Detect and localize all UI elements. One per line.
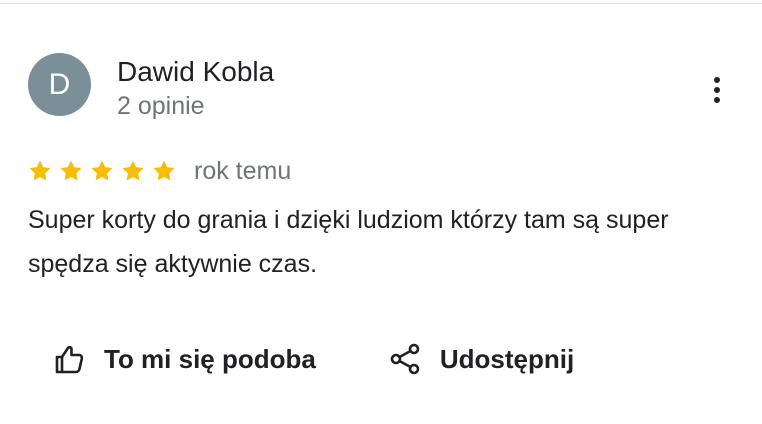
review-card: D Dawid Kobla 2 opinie rok temu Super ko… [0, 0, 762, 424]
author-review-count: 2 opinie [117, 92, 205, 120]
share-button[interactable]: Udostępnij [388, 342, 574, 376]
review-time: rok temu [194, 157, 292, 185]
star-rating [28, 159, 176, 183]
more-options-button[interactable] [700, 70, 734, 110]
rating-row: rok temu [28, 154, 291, 188]
star-icon [91, 160, 113, 181]
star-icon [60, 160, 82, 181]
star-icon [29, 160, 51, 181]
share-icon [390, 343, 420, 375]
star-icon [122, 160, 144, 181]
avatar-initial: D [48, 67, 71, 101]
star-icon [153, 160, 175, 181]
thumbs-up-icon [55, 345, 84, 374]
author-name[interactable]: Dawid Kobla [117, 56, 274, 88]
review-actions: To mi się podoba Udostępnij [52, 337, 574, 381]
more-vert-icon [714, 77, 720, 103]
review-text: Super korty do grania i dzięki ludziom k… [28, 206, 669, 278]
share-label: Udostępnij [439, 344, 575, 374]
author-avatar[interactable]: D [28, 53, 91, 116]
like-label: To mi się podoba [104, 344, 316, 374]
like-button[interactable]: To mi się podoba [52, 342, 316, 376]
